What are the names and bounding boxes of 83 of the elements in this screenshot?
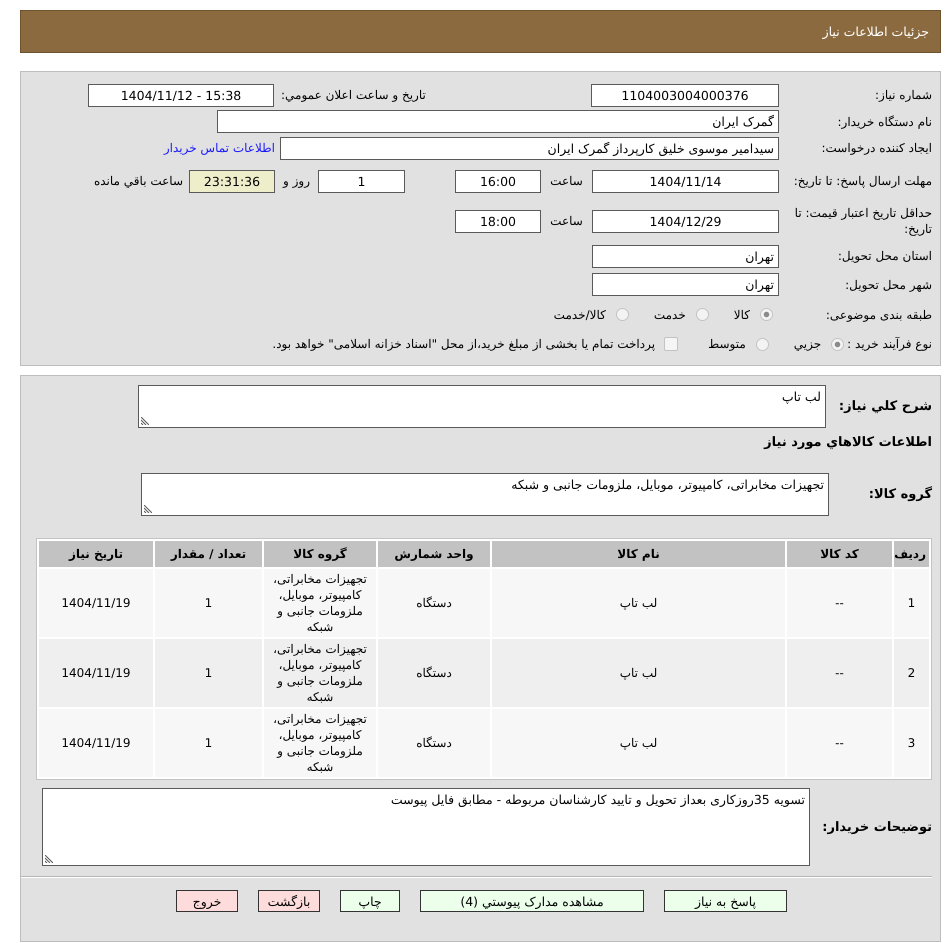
field-label: نام دستگاه خریدار: bbox=[836, 114, 932, 130]
table-cell: دستگاه bbox=[378, 639, 490, 707]
column-header: تعداد / مقدار bbox=[155, 541, 262, 567]
days-field[interactable]: 1 bbox=[318, 170, 405, 192]
days-label: روز و bbox=[282, 174, 311, 188]
table-cell: تجهیزات مخابراتی، کامپیوتر، موبایل، ملزومات جانبی و شبکه bbox=[264, 569, 376, 637]
option-label: کالا/خدمت bbox=[554, 308, 606, 322]
table-cell: تجهیزات مخابراتی، کامپیوتر، موبایل، ملزومات جانبی و شبکه bbox=[264, 639, 376, 707]
table-cell: -- bbox=[787, 639, 892, 707]
section-heading: اطلاعات کالاهاي مورد نیاز bbox=[762, 434, 932, 452]
table-cell: 1 bbox=[155, 709, 262, 777]
deadline-date-field[interactable]: 1404/11/14 bbox=[592, 170, 779, 192]
field-label: شهر محل تحویل: bbox=[844, 276, 932, 292]
table-cell: 1404/11/19 bbox=[39, 709, 153, 777]
table-cell: دستگاه bbox=[378, 569, 490, 637]
table-cell: لب تاپ bbox=[492, 639, 785, 707]
resize-grip-icon[interactable] bbox=[141, 417, 149, 425]
time-label: ساعت bbox=[549, 214, 584, 228]
buyer-notes-field[interactable]: تسویه 35روزکاری بعداز تحویل و تایید کارشناسان مربوطه - مطابق فایل پیوست bbox=[42, 788, 810, 866]
radio-button[interactable] bbox=[760, 308, 773, 321]
field-label: مهلت ارسال پاسخ: تا تاریخ: bbox=[792, 173, 932, 189]
field-label: ایجاد کننده درخواست: bbox=[820, 140, 932, 156]
table-cell: لب تاپ bbox=[492, 569, 785, 637]
radio-button[interactable] bbox=[831, 338, 844, 350]
validity-date-field[interactable]: 1404/12/29 bbox=[592, 210, 779, 232]
table-cell: 1 bbox=[894, 569, 929, 637]
goods-group-field[interactable]: تجهیزات مخابراتی، کامپیوتر، موبایل، ملزومات جانبی و شبکه bbox=[141, 473, 829, 516]
column-header: گروه کالا bbox=[264, 541, 376, 567]
table-cell: 1404/11/19 bbox=[39, 639, 153, 707]
goods-group-label: گروه کالا: bbox=[868, 487, 932, 502]
payment-note: پرداخت تمام یا بخشی از مبلغ خرید،از محل "اسناد خزانه اسلامی" خواهد بود. bbox=[272, 337, 656, 351]
field-label: تاریخ و ساعت اعلان عمومي: bbox=[281, 88, 426, 102]
field-label: شماره نیاز: bbox=[874, 87, 932, 103]
province-field[interactable]: تهران bbox=[592, 244, 779, 268]
city-field[interactable]: تهران bbox=[592, 273, 779, 296]
description-field[interactable]: لب تاپ bbox=[138, 385, 826, 428]
remaining-label: ساعت باقي مانده bbox=[94, 174, 183, 188]
validity-time-field[interactable]: 18:00 bbox=[455, 210, 541, 232]
column-header: نام کالا bbox=[492, 541, 785, 567]
column-header: ردیف bbox=[894, 541, 929, 567]
table-cell: 3 bbox=[894, 709, 929, 777]
table-cell: 1 bbox=[155, 569, 262, 637]
print-button[interactable]: چاپ bbox=[340, 890, 400, 912]
table-cell: 1 bbox=[155, 639, 262, 707]
exit-button[interactable]: خروج bbox=[176, 890, 238, 912]
announce-datetime-field[interactable]: 1404/11/12 - 15:38 bbox=[88, 84, 274, 106]
field-label: حداقل تاریخ اعتبار قیمت: تا تاریخ: bbox=[794, 205, 932, 237]
column-header: تاریخ نیاز bbox=[39, 541, 153, 567]
back-button[interactable]: بازگشت bbox=[258, 890, 320, 912]
reply-button[interactable]: پاسخ به نیاز bbox=[664, 890, 787, 912]
remaining-time-field[interactable]: 23:31:36 bbox=[189, 170, 275, 192]
deadline-time-field[interactable]: 16:00 bbox=[455, 170, 541, 192]
checkbox[interactable] bbox=[664, 337, 678, 351]
buyer-org-field[interactable]: گمرک ایران bbox=[217, 110, 779, 133]
field-label: طبقه بندی موضوعی: bbox=[824, 306, 932, 322]
buyer-contact-link[interactable]: اطلاعات تماس خریدار bbox=[164, 141, 275, 155]
option-label: کالا bbox=[734, 308, 750, 322]
radio-button[interactable] bbox=[696, 308, 709, 321]
attachments-button[interactable]: مشاهده مدارک پیوستي (4) bbox=[420, 890, 644, 912]
need-number-field[interactable]: 1104003004000376 bbox=[591, 84, 779, 106]
option-label: متوسط bbox=[708, 337, 746, 351]
column-header: واحد شمارش bbox=[378, 541, 490, 567]
resize-grip-icon[interactable] bbox=[45, 855, 53, 863]
buyer-notes-label: توضیحات خریدار: bbox=[821, 820, 932, 834]
radio-button[interactable] bbox=[616, 308, 629, 321]
table-cell: -- bbox=[787, 569, 892, 637]
radio-button[interactable] bbox=[756, 338, 769, 350]
time-label: ساعت bbox=[549, 174, 584, 188]
requester-field[interactable]: سیدامیر موسوی خلیق کارپرداز گمرک ایران bbox=[280, 136, 779, 160]
resize-grip-icon[interactable] bbox=[144, 505, 152, 513]
option-label: خدمت bbox=[654, 308, 686, 322]
field-label: نوع فرآیند خرید : bbox=[847, 337, 932, 351]
table-cell: لب تاپ bbox=[492, 709, 785, 777]
option-label: جزيي bbox=[794, 337, 822, 351]
table-cell: دستگاه bbox=[378, 709, 490, 777]
table-cell: -- bbox=[787, 709, 892, 777]
column-header: کد کالا bbox=[787, 541, 892, 567]
table-cell: 2 bbox=[894, 639, 929, 707]
description-label: شرح کلي نیاز: bbox=[838, 399, 932, 414]
field-label: استان محل تحویل: bbox=[836, 248, 932, 264]
table-cell: 1404/11/19 bbox=[39, 569, 153, 637]
page-title: جزئیات اطلاعات نیاز bbox=[822, 24, 929, 39]
table-cell: تجهیزات مخابراتی، کامپیوتر، موبایل، ملزومات جانبی و شبکه bbox=[264, 709, 376, 777]
